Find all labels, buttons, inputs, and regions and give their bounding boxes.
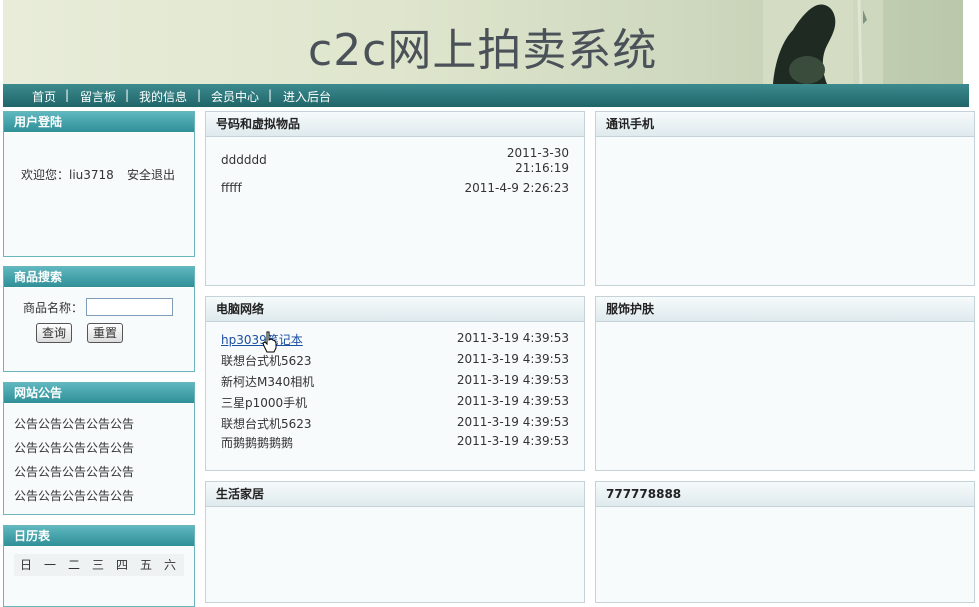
category-title: 生活家居 — [206, 482, 584, 507]
category-title: 服饰护肤 — [596, 297, 974, 322]
item-name-link[interactable]: 而鹅鹅鹅鹅鹅 — [221, 434, 293, 451]
list-item: 联想台式机5623 2011-3-19 4:39:53 — [221, 352, 569, 372]
item-name-link[interactable]: fffff — [221, 181, 242, 195]
list-item: 三星p1000手机 2011-3-19 4:39:53 — [221, 394, 569, 414]
list-item: fffff 2011-4-9 2:26:23 — [221, 181, 569, 201]
notice-item[interactable]: 公告公告公告公告公告 — [14, 487, 134, 504]
category-title: 通讯手机 — [596, 112, 974, 137]
weekday-wed: 三 — [91, 558, 104, 572]
category-box-777778888: 777778888 — [595, 481, 975, 603]
category-title: 号码和虚拟物品 — [206, 112, 584, 137]
hand-cursor-icon — [262, 331, 277, 353]
list-item: 联想台式机5623 2011-3-19 4:39:53 — [221, 415, 569, 435]
weekday-fri: 五 — [139, 558, 152, 572]
item-name-link[interactable]: 联想台式机5623 — [221, 352, 312, 369]
nav-separator: | — [125, 88, 130, 102]
weekday-sat: 六 — [163, 558, 176, 572]
nav-separator: | — [65, 88, 70, 102]
notice-panel-title: 网站公告 — [4, 383, 194, 404]
login-panel: 用户登陆 欢迎您：liu3718 安全退出 — [3, 111, 195, 257]
category-box-virtual-goods: 号码和虚拟物品 dddddd 2011-3-30 21:16:19 fffff … — [205, 111, 585, 286]
calendar-panel-title: 日历表 — [4, 526, 194, 547]
list-item: 而鹅鹅鹅鹅鹅 2011-3-19 4:39:53 — [221, 434, 569, 454]
search-panel-title: 商品搜索 — [4, 267, 194, 288]
weekday-tue: 二 — [67, 558, 80, 572]
welcome-text: 欢迎您：liu3718 — [21, 168, 114, 182]
search-panel: 商品搜索 商品名称： 查询 重置 — [3, 266, 195, 372]
notice-panel: 网站公告 公告公告公告公告公告 公告公告公告公告公告 公告公告公告公告公告 公告… — [3, 382, 195, 515]
reset-button[interactable]: 重置 — [87, 323, 124, 343]
category-title: 777778888 — [596, 482, 974, 507]
main-nav: 首页 | 留言板 | 我的信息 | 会员中心 | 进入后台 — [3, 84, 969, 107]
product-name-label: 商品名称： — [23, 301, 84, 315]
item-date: 2011-3-19 4:39:53 — [456, 434, 569, 448]
item-name-link[interactable]: 新柯达M340相机 — [221, 373, 314, 390]
notice-item[interactable]: 公告公告公告公告公告 — [14, 415, 134, 432]
item-date: 2011-3-19 4:39:53 — [456, 415, 569, 429]
item-name-link[interactable]: 联想台式机5623 — [221, 415, 312, 432]
product-name-input[interactable] — [86, 298, 173, 316]
item-date: 2011-3-19 4:39:53 — [456, 373, 569, 387]
nav-separator: | — [197, 88, 202, 102]
nav-guestbook[interactable]: 留言板 — [80, 88, 116, 105]
category-box-phones: 通讯手机 — [595, 111, 975, 286]
item-date: 2011-3-19 4:39:53 — [456, 394, 569, 408]
item-name-link[interactable]: dddddd — [221, 153, 267, 167]
logout-link[interactable]: 安全退出 — [127, 166, 175, 183]
item-date: 2011-3-30 — [506, 146, 569, 160]
item-name-link[interactable]: 三星p1000手机 — [221, 394, 307, 411]
site-banner: c2c网上拍卖系统 — [3, 0, 969, 84]
nav-member-center[interactable]: 会员中心 — [211, 88, 259, 105]
weekday-sun: 日 — [19, 558, 32, 572]
login-panel-title: 用户登陆 — [4, 112, 194, 133]
calendar-weekday-row: 日 一 二 三 四 五 六 — [14, 554, 184, 576]
list-item: dddddd 2011-3-30 21:16:19 — [221, 146, 569, 182]
site-title: c2c网上拍卖系统 — [308, 25, 658, 76]
category-title: 电脑网络 — [206, 297, 584, 322]
item-date: 2011-3-19 4:39:53 — [456, 331, 569, 345]
nav-admin[interactable]: 进入后台 — [283, 88, 331, 105]
nav-my-info[interactable]: 我的信息 — [139, 88, 187, 105]
calendar-panel: 日历表 日 一 二 三 四 五 六 — [3, 525, 195, 607]
weekday-thu: 四 — [115, 558, 128, 572]
item-time: 21:16:19 — [515, 161, 569, 175]
item-date: 2011-4-9 2:26:23 — [464, 181, 569, 195]
weekday-mon: 一 — [43, 558, 56, 572]
category-box-computers: 电脑网络 hp3039笔记本 2011-3-19 4:39:53 联想台式机56… — [205, 296, 585, 471]
category-box-home: 生活家居 — [205, 481, 585, 603]
nav-home[interactable]: 首页 — [32, 88, 56, 105]
banner-figure-image — [763, 0, 883, 84]
notice-item[interactable]: 公告公告公告公告公告 — [14, 439, 134, 456]
notice-item[interactable]: 公告公告公告公告公告 — [14, 463, 134, 480]
item-date: 2011-3-19 4:39:53 — [456, 352, 569, 366]
query-button[interactable]: 查询 — [36, 323, 73, 343]
nav-separator: | — [268, 88, 273, 102]
list-item: 新柯达M340相机 2011-3-19 4:39:53 — [221, 373, 569, 393]
category-box-apparel: 服饰护肤 — [595, 296, 975, 471]
